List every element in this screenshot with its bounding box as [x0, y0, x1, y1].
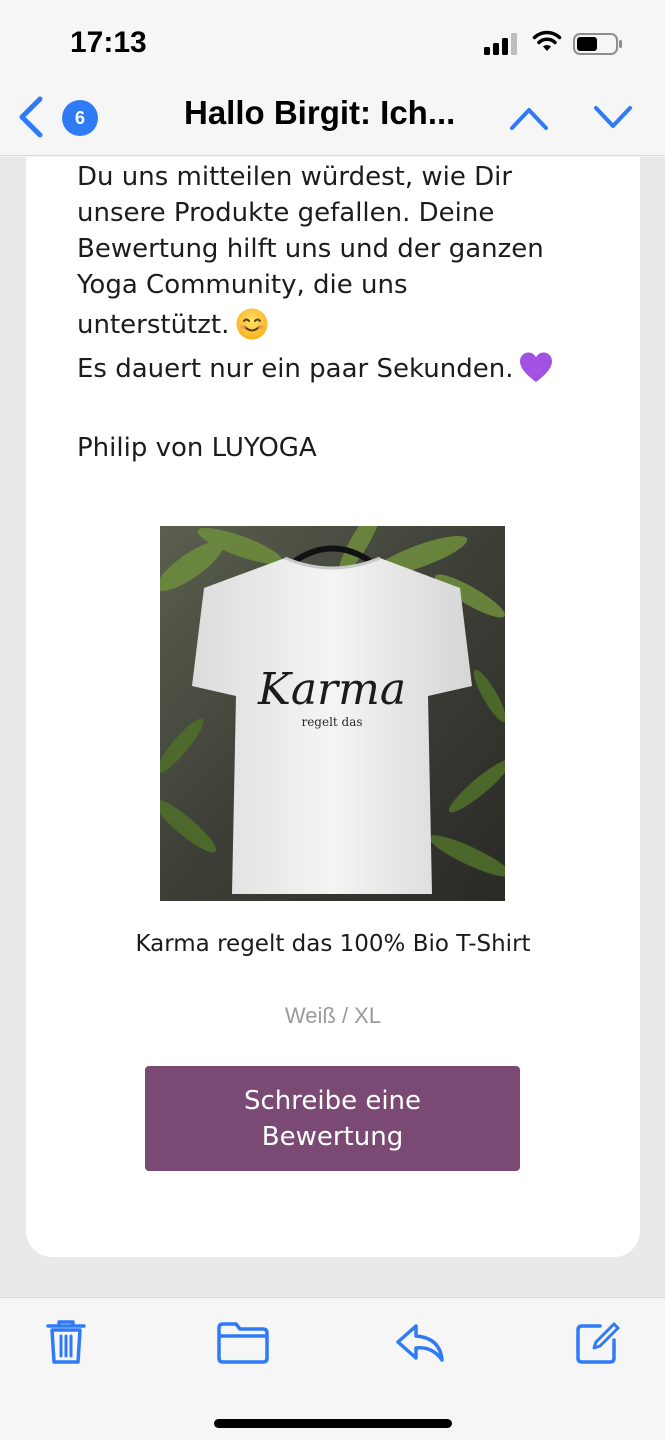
message-line: Du uns mitteilen würdest, wie Dir — [77, 162, 513, 192]
cellular-signal-icon — [484, 33, 517, 55]
status-bar: 17:13 — [0, 0, 665, 88]
message-line-text: unterstützt. — [77, 310, 230, 340]
wifi-icon — [532, 30, 562, 51]
message-line: unsere Produkte gefallen. Deine — [77, 198, 495, 228]
mail-bottom-toolbar — [0, 1297, 665, 1440]
write-review-button[interactable]: Schreibe eine Bewertung — [145, 1066, 520, 1171]
message-line: Es dauert nur ein paar Sekunden. — [77, 351, 617, 387]
email-body-card: Du uns mitteilen würdest, wie Dir unsere… — [26, 157, 640, 1257]
folder-icon[interactable] — [216, 1318, 270, 1366]
status-time: 17:13 — [70, 26, 147, 59]
email-message-text: Du uns mitteilen würdest, wie Dir unsere… — [77, 159, 617, 387]
shirt-print-title: Karma — [257, 664, 406, 715]
product-variant: Weiß / XL — [284, 1003, 382, 1028]
email-signature: Philip von LUYOGA — [77, 433, 317, 463]
reply-icon[interactable] — [394, 1318, 446, 1366]
compose-icon[interactable] — [574, 1318, 622, 1366]
chevron-left-icon[interactable] — [14, 94, 46, 140]
message-line-text: Es dauert nur ein paar Sekunden. — [77, 354, 514, 384]
message-line: Bewertung hilft uns und der ganzen — [77, 234, 544, 264]
shirt-print-subtitle: regelt das — [301, 715, 362, 729]
chevron-down-icon[interactable] — [592, 102, 634, 134]
product-name[interactable]: Karma regelt das 100% Bio T-Shirt — [126, 929, 540, 960]
home-indicator[interactable] — [214, 1419, 452, 1428]
email-subject-title: Hallo Birgit: Ich... — [184, 94, 456, 131]
trash-icon[interactable] — [42, 1318, 90, 1366]
unread-count-badge[interactable]: 6 — [62, 100, 98, 136]
smiling-face-emoji-icon — [236, 308, 268, 340]
message-line: unterstützt. — [77, 307, 617, 343]
battery-icon — [573, 33, 622, 55]
mail-nav-bar: 6 Hallo Birgit: Ich... — [0, 88, 665, 156]
chevron-up-icon[interactable] — [508, 102, 550, 134]
message-line: Yoga Community, die uns — [77, 270, 408, 300]
purple-heart-emoji-icon — [520, 352, 553, 382]
product-image[interactable]: Karma regelt das — [160, 526, 505, 901]
